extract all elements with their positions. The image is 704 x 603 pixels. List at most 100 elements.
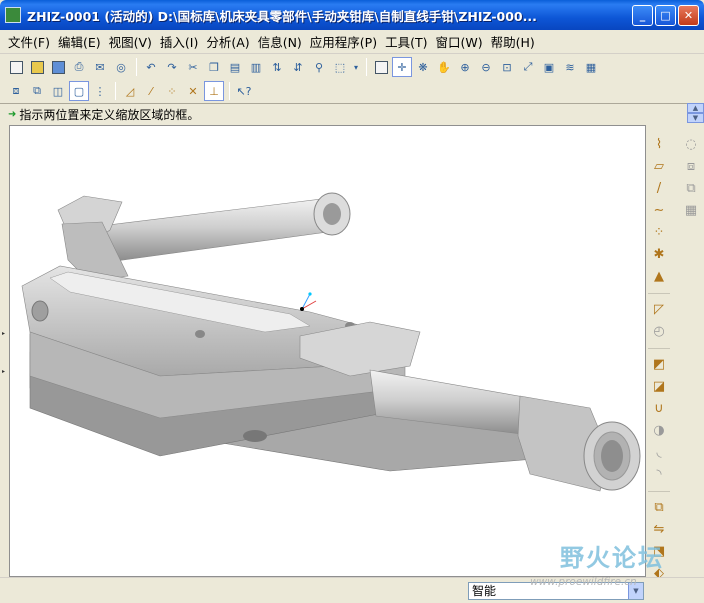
view-toolbar: ⧈ ⧉ ◫ ▢ ⋮ ◿ ⁄ ⁘ ✕ ⊥ ↖? xyxy=(0,79,704,103)
paste-icon[interactable]: ▤ xyxy=(225,57,245,77)
hole-icon[interactable]: ◌ xyxy=(680,133,702,155)
menu-tools[interactable]: 工具(T) xyxy=(381,32,431,51)
new-file-icon[interactable] xyxy=(6,57,26,77)
revolve-icon[interactable]: ◪ xyxy=(648,375,670,397)
spin-center-icon[interactable]: ✛ xyxy=(392,57,412,77)
paste-special-icon[interactable]: ▥ xyxy=(246,57,266,77)
main-toolbar: ⎙ ✉ ◎ ↶ ↷ ✂ ❐ ▤ ▥ ⇅ ⇵ ⚲ ⬚ ▾ ✛ ❋ ✋ ⊕ ⊖ ⊡ … xyxy=(0,55,704,79)
menu-view[interactable]: 视图(V) xyxy=(105,32,156,51)
draft-icon[interactable]: ▦ xyxy=(680,199,702,221)
cut-icon[interactable]: ✂ xyxy=(183,57,203,77)
rib-icon[interactable]: ⧉ xyxy=(680,177,702,199)
extrude-sketch-icon[interactable]: ◸ xyxy=(648,298,670,320)
shell-icon[interactable]: ⧈ xyxy=(680,155,702,177)
point-tags-icon[interactable]: ✕ xyxy=(183,81,203,101)
shading-icon[interactable]: ▢ xyxy=(69,81,89,101)
reorient-icon[interactable]: ⤢ xyxy=(518,57,538,77)
regen-manager-icon[interactable]: ⇵ xyxy=(288,57,308,77)
model-tree-icon[interactable]: ⋮ xyxy=(90,81,110,101)
menu-analysis[interactable]: 分析(A) xyxy=(202,32,253,51)
message-area: ➜ 指示两位置来定义缩放区域的框。 xyxy=(0,103,687,124)
menu-help[interactable]: 帮助(H) xyxy=(487,32,539,51)
saved-views-icon[interactable]: ▣ xyxy=(539,57,559,77)
no-hidden-icon[interactable]: ◫ xyxy=(48,81,68,101)
mirror-icon[interactable]: ⇋ xyxy=(648,518,670,540)
toolbar-separator xyxy=(115,82,116,100)
orient-mode-icon[interactable]: ❋ xyxy=(413,57,433,77)
printer-setup-icon[interactable]: ◎ xyxy=(111,57,131,77)
curve-icon[interactable]: ∼ xyxy=(648,199,670,221)
datum-axes-icon[interactable]: ⁄ xyxy=(141,81,161,101)
undo-icon[interactable]: ↶ xyxy=(141,57,161,77)
context-help-icon[interactable]: ↖? xyxy=(234,81,254,101)
window-controls: _ □ ✕ xyxy=(632,5,699,26)
revolve-sketch-icon[interactable]: ◴ xyxy=(648,320,670,342)
menu-info[interactable]: 信息(N) xyxy=(254,32,306,51)
blend-icon[interactable]: ◑ xyxy=(648,419,670,441)
menu-insert[interactable]: 插入(I) xyxy=(156,32,202,51)
zoom-in-icon[interactable]: ⊕ xyxy=(455,57,475,77)
analysis-feature-icon[interactable]: ▲ xyxy=(648,265,670,287)
regenerate-icon[interactable]: ⇅ xyxy=(267,57,287,77)
message-arrow-icon: ➜ xyxy=(8,108,17,120)
scroll-down-button[interactable]: ▼ xyxy=(687,113,704,123)
sash-collapse-icon[interactable]: ▸ xyxy=(2,368,7,375)
copy-feature-icon[interactable]: ⧉ xyxy=(648,496,670,518)
menu-applications[interactable]: 应用程序(P) xyxy=(306,32,381,51)
open-icon[interactable] xyxy=(27,57,47,77)
menu-file[interactable]: 文件(F) xyxy=(4,32,54,51)
round-icon[interactable]: ◟ xyxy=(648,441,670,463)
save-icon[interactable] xyxy=(48,57,68,77)
close-button[interactable]: ✕ xyxy=(678,5,699,26)
print-icon[interactable]: ⎙ xyxy=(69,57,89,77)
app-icon xyxy=(5,7,21,23)
title-bar: ZHIZ-0001 (活动的) D:\国标库\机床夹具零部件\手动夹钳库\自制直… xyxy=(0,0,704,30)
toolbar-divider xyxy=(648,342,670,349)
watermark-url: www.proewildfire.cn xyxy=(530,576,637,588)
minimize-button[interactable]: _ xyxy=(632,5,653,26)
wireframe-icon[interactable]: ⧈ xyxy=(6,81,26,101)
layers-icon[interactable]: ≋ xyxy=(560,57,580,77)
sash-expand-icon[interactable]: ▸ xyxy=(2,330,7,337)
graphics-window[interactable] xyxy=(9,125,646,577)
extrude-icon[interactable]: ◩ xyxy=(648,353,670,375)
select-box-icon[interactable]: ⬚ xyxy=(330,57,350,77)
sketch-icon[interactable]: ⌇ xyxy=(648,133,670,155)
find-icon[interactable]: ⚲ xyxy=(309,57,329,77)
message-scroller: ▲ ▼ xyxy=(687,103,704,124)
maximize-button[interactable]: □ xyxy=(655,5,676,26)
redo-icon[interactable]: ↷ xyxy=(162,57,182,77)
coordinate-system-icon[interactable]: ✱ xyxy=(648,243,670,265)
menu-edit[interactable]: 编辑(E) xyxy=(54,32,105,51)
selection-filter-value: 智能 xyxy=(472,584,497,598)
toolbar-separator xyxy=(366,58,367,76)
chamfer-icon[interactable]: ◝ xyxy=(648,463,670,485)
axis-icon[interactable]: / xyxy=(648,177,670,199)
sweep-icon[interactable]: ∪ xyxy=(648,397,670,419)
feature-toolbar: ⌇ ▱ / ∼ ⁘ ✱ ▲ ◸ ◴ ◩ ◪ ∪ ◑ ◟ ◝ ⧉ ⇋ ⬔ ⬖ ◌ … xyxy=(646,125,704,581)
toolbar-separator xyxy=(229,82,230,100)
toolbar-separator xyxy=(136,58,137,76)
send-mail-icon[interactable]: ✉ xyxy=(90,57,110,77)
repaint-icon[interactable] xyxy=(371,57,391,77)
dropdown-arrow-icon[interactable]: ▾ xyxy=(351,57,361,77)
menu-window[interactable]: 窗口(W) xyxy=(431,32,486,51)
copy-icon[interactable]: ❐ xyxy=(204,57,224,77)
plane-icon[interactable]: ▱ xyxy=(648,155,670,177)
appearance-icon[interactable]: ▦ xyxy=(581,57,601,77)
window-title: ZHIZ-0001 (活动的) D:\国标库\机床夹具零部件\手动夹钳库\自制直… xyxy=(27,8,537,24)
toolbar-divider xyxy=(648,485,670,492)
message-text: 指示两位置来定义缩放区域的框。 xyxy=(19,107,200,122)
datum-planes-icon[interactable]: ◿ xyxy=(120,81,140,101)
toolbar-divider xyxy=(648,287,670,294)
zoom-out-icon[interactable]: ⊖ xyxy=(476,57,496,77)
scroll-up-button[interactable]: ▲ xyxy=(687,103,704,113)
pan-hand-icon[interactable]: ✋ xyxy=(434,57,454,77)
point-icon[interactable]: ⁘ xyxy=(648,221,670,243)
coord-sys-icon[interactable]: ⊥ xyxy=(204,81,224,101)
refit-icon[interactable]: ⊡ xyxy=(497,57,517,77)
clamp-model-3d[interactable] xyxy=(10,126,647,578)
hidden-line-icon[interactable]: ⧉ xyxy=(27,81,47,101)
navigator-sash[interactable]: ▸ ▸ xyxy=(0,125,9,577)
datum-points-icon[interactable]: ⁘ xyxy=(162,81,182,101)
